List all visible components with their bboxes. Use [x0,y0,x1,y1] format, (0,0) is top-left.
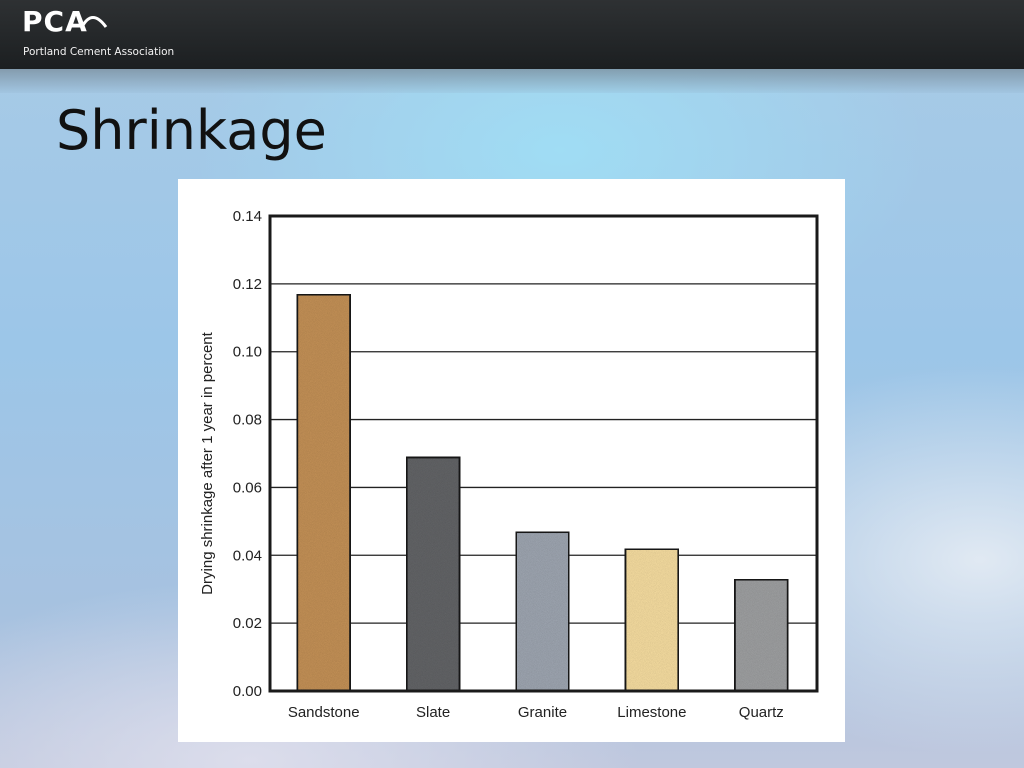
bar-slate [404,455,462,693]
bar-chart: 0.00 0.02 0.04 0.06 0.08 0.10 0.12 0.14 Sandston… [199,208,819,721]
logo-text: PCA [22,5,88,38]
y-tick-label: 0.08 [233,412,262,429]
x-tick-label: Quartz [739,704,784,721]
y-tick-label: 0.12 [233,276,262,293]
bar-granite [514,530,571,693]
bar-sandstone [295,292,353,693]
y-tick-label: 0.00 [233,683,262,700]
x-tick-label: Limestone [617,704,686,721]
pca-logo: PCA Portland Cement Association [22,6,182,64]
x-tick-label: Slate [416,704,450,721]
y-tick-label: 0.06 [233,479,262,496]
logo-subtitle: Portland Cement Association [23,46,175,58]
slide-title: Shrinkage [56,99,327,162]
bar-limestone [623,547,681,693]
header-shadow-band [0,69,1024,93]
y-axis-title: Drying shrinkage after 1 year in percent [199,331,216,594]
y-tick-label: 0.14 [233,208,262,225]
y-tick-label: 0.10 [233,344,262,361]
x-tick-label: Sandstone [288,704,360,721]
x-tick-label: Granite [518,704,567,721]
bar-quartz [732,577,790,693]
logo-arc-icon [80,16,108,28]
chart-panel: 0.00 0.02 0.04 0.06 0.08 0.10 0.12 0.14 Sandston… [178,179,845,742]
header-bar: PCA Portland Cement Association [0,0,1024,69]
y-tick-label: 0.02 [233,615,262,632]
y-tick-label: 0.04 [233,547,262,564]
